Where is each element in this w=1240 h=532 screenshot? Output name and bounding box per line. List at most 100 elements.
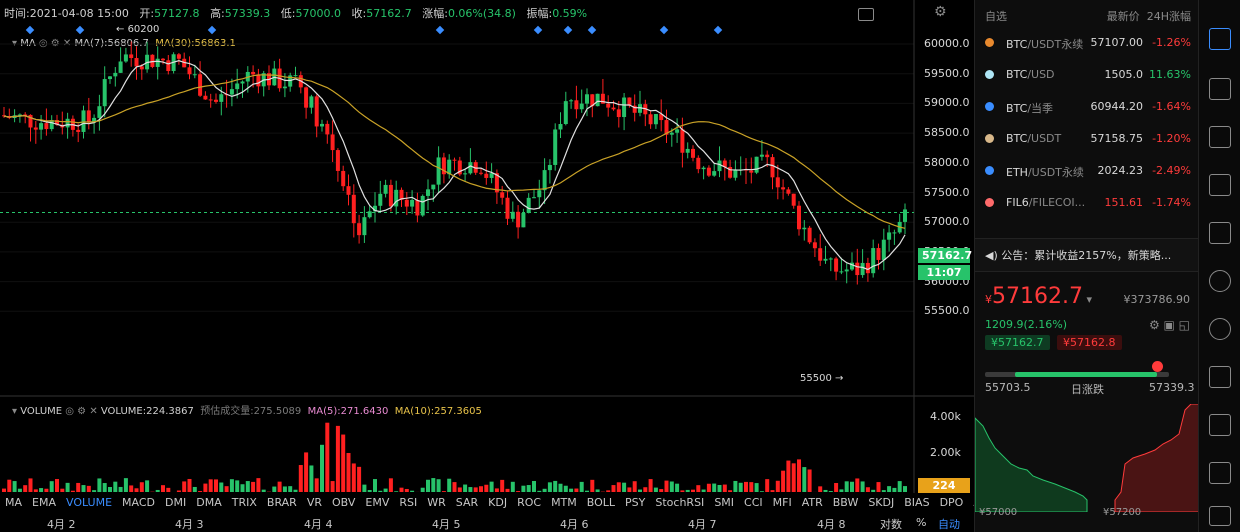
log-scale-toggle[interactable]: 对数 [880, 516, 902, 532]
watchlist-row[interactable]: ETH/USDT永续 2024.23 -2.49% [975, 158, 1199, 184]
volume-bar [669, 481, 674, 492]
indicator-tab[interactable]: BIAS [899, 496, 934, 509]
candle-body [887, 232, 892, 240]
indicator-tab[interactable]: SAR [451, 496, 483, 509]
kline-chart-area[interactable]: 时间:2021-04-08 15:00 开:57127.8 高:57339.3 … [0, 0, 989, 532]
panel-tool-icon[interactable] [1209, 78, 1231, 100]
speaker-icon: ◀) [985, 249, 998, 262]
candle-body [733, 170, 738, 178]
volume-bar [563, 485, 568, 492]
candle-body [606, 103, 611, 108]
auto-scale-toggle[interactable]: 自动 [938, 516, 960, 532]
volume-bar [860, 481, 865, 492]
watchlist-row[interactable]: BTC/USD 1505.0 11.63% [975, 62, 1199, 88]
list-tool-icon[interactable] [1209, 126, 1231, 148]
candle-body [219, 94, 224, 102]
volume-bar [865, 487, 870, 492]
candle-body [685, 148, 690, 153]
volume-bar [791, 463, 796, 492]
volume-bar [834, 483, 839, 492]
indicator-tab[interactable]: SKDJ [863, 496, 899, 509]
candle-body [166, 60, 171, 72]
volume-bar [7, 479, 12, 492]
indicator-tab[interactable]: BRAR [262, 496, 302, 509]
volume-bar [521, 485, 526, 492]
volume-bar [701, 489, 706, 492]
add-window-icon[interactable] [1209, 222, 1231, 244]
candle-body [357, 223, 362, 236]
volume-bar [664, 480, 669, 492]
volume-bar [224, 486, 229, 492]
indicator-tab[interactable]: PSY [620, 496, 650, 509]
indicator-tab[interactable]: TRIX [227, 496, 262, 509]
watchlist-row[interactable]: BTC/USDT永续 57107.00 -1.26% [975, 30, 1199, 56]
watchlist-row[interactable]: BTC/USDT 57158.75 -1.20% [975, 126, 1199, 152]
volume-bar [579, 481, 584, 492]
candle-body [102, 79, 107, 107]
indicator-tab[interactable]: DPO [935, 496, 969, 509]
indicator-tab[interactable]: RSI [394, 496, 422, 509]
announcement-bar[interactable]: ◀) 公告：累计收益2157%，新策略... [975, 238, 1199, 272]
indicator-tab[interactable]: SMI [709, 496, 739, 509]
volume-bar [850, 481, 854, 492]
watchlist-tab[interactable]: 自选 [985, 10, 1007, 23]
volume-bar [653, 487, 658, 492]
candle-body [256, 74, 261, 87]
indicator-tab[interactable]: MACD [117, 496, 160, 509]
price-change: 1209.9(2.16%) [985, 318, 1068, 331]
volume-bar [298, 465, 303, 492]
candle-body [500, 192, 505, 198]
volume-bar [288, 486, 293, 492]
indicator-tabs: MA EMA VOLUME MACD DMI DMA TRIX BRAR VR OBV EMV RSI… [0, 493, 989, 512]
indicator-tab[interactable]: KDJ [483, 496, 512, 509]
volume-bar [473, 487, 478, 492]
indicator-tab[interactable]: BBW [828, 496, 864, 509]
bars-tool-icon[interactable] [1209, 174, 1231, 196]
orderbook-tool-icon[interactable] [1209, 28, 1231, 50]
bid-pill[interactable]: ¥57162.7 [985, 335, 1050, 350]
volume-bar [208, 479, 213, 492]
volume-bar [373, 479, 377, 492]
watchlist-row[interactable]: BTC/当季 60944.20 -1.64% [975, 94, 1199, 120]
indicator-tab[interactable]: EMA [27, 496, 61, 509]
alarm-clock-icon[interactable] [1209, 270, 1231, 292]
profile-icon[interactable] [1209, 462, 1231, 484]
indicator-tab[interactable]: WR [422, 496, 451, 509]
volume-bar [547, 482, 552, 492]
watchlist-row[interactable]: FIL6/FILECOI... 151.61 -1.74% [975, 190, 1199, 216]
volume-bar [558, 483, 563, 492]
volume-bar [367, 490, 372, 492]
ask-pill[interactable]: ¥57162.8 [1057, 335, 1122, 350]
volume-bar [706, 483, 711, 492]
indicator-tab[interactable]: ATR [797, 496, 828, 509]
indicator-tab[interactable]: MTM [546, 496, 582, 509]
indicator-tab[interactable]: CCI [739, 496, 768, 509]
indicator-tab[interactable]: ROC [512, 496, 546, 509]
indicator-tab[interactable]: StochRSI [650, 496, 709, 509]
bottom-icon[interactable] [1209, 506, 1231, 526]
indicator-tab[interactable]: MA [0, 496, 27, 509]
compass-icon[interactable] [1209, 318, 1231, 340]
indicator-tab[interactable]: BOLL [582, 496, 620, 509]
volume-bar [500, 479, 505, 492]
range-high: 57339.3 [1149, 381, 1195, 394]
volume-bar [341, 434, 346, 492]
pair-name: BTC/USDT永续 [1006, 38, 1084, 51]
indicator-tab[interactable]: OBV [327, 496, 360, 509]
indicator-tab[interactable]: DMI [160, 496, 191, 509]
indicator-tab[interactable]: EMV [360, 496, 394, 509]
candle-body [383, 184, 388, 194]
panel-icons[interactable]: ⚙ ▣ ◱ [1149, 318, 1190, 332]
document-icon[interactable] [1209, 414, 1231, 436]
time-axis: 4月 2 4月 3 4月 4 4月 5 4月 6 4月 7 4月 8 [0, 513, 974, 532]
volume-bar [728, 490, 733, 492]
percent-scale-toggle[interactable]: % [916, 516, 926, 529]
volume-bar [118, 486, 123, 492]
indicator-tab[interactable]: VOLUME [61, 496, 117, 509]
calendar-icon[interactable] [1209, 366, 1231, 388]
indicator-tab[interactable]: VR [302, 496, 327, 509]
indicator-tab[interactable]: DMA [191, 496, 227, 509]
volume-bar [23, 485, 28, 492]
volume-bar [309, 465, 314, 492]
indicator-tab[interactable]: MFI [768, 496, 797, 509]
